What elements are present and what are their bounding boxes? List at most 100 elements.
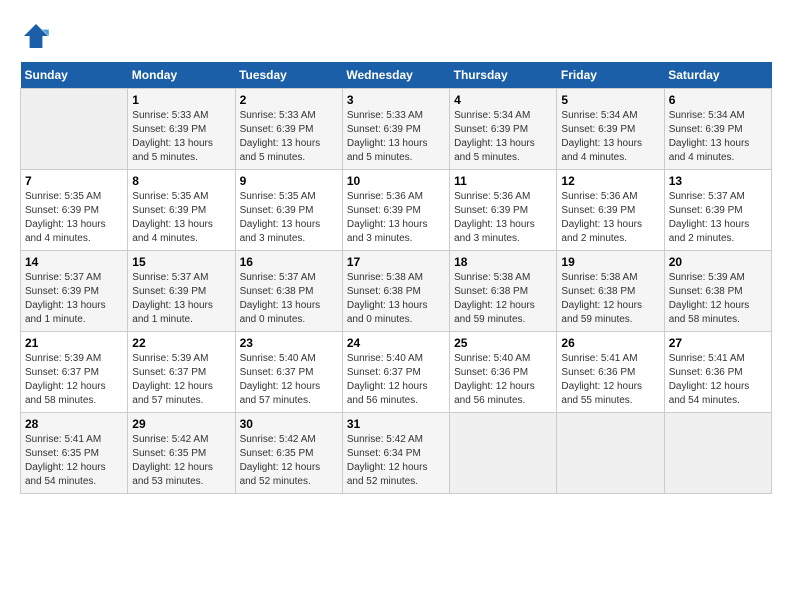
sunrise-label: Sunrise: 5:33 AM [240,110,316,121]
day-number: 17 [347,255,445,269]
daylight-label: Daylight: 12 hours and 59 minutes. [561,300,642,325]
daylight-label: Daylight: 13 hours and 4 minutes. [561,138,642,163]
sunrise-label: Sunrise: 5:37 AM [669,191,745,202]
sunset-label: Sunset: 6:39 PM [347,205,421,216]
day-info: Sunrise: 5:42 AM Sunset: 6:35 PM Dayligh… [132,433,230,489]
day-info: Sunrise: 5:37 AM Sunset: 6:39 PM Dayligh… [669,190,767,246]
sunset-label: Sunset: 6:37 PM [25,367,99,378]
day-info: Sunrise: 5:37 AM Sunset: 6:39 PM Dayligh… [25,271,123,327]
day-number: 29 [132,417,230,431]
sunrise-label: Sunrise: 5:42 AM [240,434,316,445]
sunset-label: Sunset: 6:38 PM [240,286,314,297]
day-number: 10 [347,174,445,188]
day-number: 2 [240,93,338,107]
day-number: 27 [669,336,767,350]
sunrise-label: Sunrise: 5:39 AM [132,353,208,364]
day-info: Sunrise: 5:34 AM Sunset: 6:39 PM Dayligh… [454,109,552,165]
day-number: 14 [25,255,123,269]
sunrise-label: Sunrise: 5:39 AM [25,353,101,364]
daylight-label: Daylight: 12 hours and 52 minutes. [240,462,321,487]
calendar-week-row: 28 Sunrise: 5:41 AM Sunset: 6:35 PM Dayl… [21,413,772,494]
day-number: 30 [240,417,338,431]
daylight-label: Daylight: 12 hours and 54 minutes. [669,381,750,406]
sunset-label: Sunset: 6:34 PM [347,448,421,459]
sunset-label: Sunset: 6:37 PM [240,367,314,378]
sunrise-label: Sunrise: 5:35 AM [132,191,208,202]
day-info: Sunrise: 5:42 AM Sunset: 6:35 PM Dayligh… [240,433,338,489]
sunrise-label: Sunrise: 5:39 AM [669,272,745,283]
day-number: 6 [669,93,767,107]
logo [20,20,56,52]
sunset-label: Sunset: 6:38 PM [669,286,743,297]
calendar-cell: 10 Sunrise: 5:36 AM Sunset: 6:39 PM Dayl… [342,170,449,251]
sunrise-label: Sunrise: 5:38 AM [454,272,530,283]
daylight-label: Daylight: 13 hours and 5 minutes. [454,138,535,163]
sunrise-label: Sunrise: 5:38 AM [347,272,423,283]
sunrise-label: Sunrise: 5:34 AM [561,110,637,121]
calendar-cell: 27 Sunrise: 5:41 AM Sunset: 6:36 PM Dayl… [664,332,771,413]
day-info: Sunrise: 5:33 AM Sunset: 6:39 PM Dayligh… [347,109,445,165]
sunset-label: Sunset: 6:35 PM [25,448,99,459]
calendar-cell [664,413,771,494]
day-number: 9 [240,174,338,188]
day-number: 21 [25,336,123,350]
sunset-label: Sunset: 6:36 PM [561,367,635,378]
sunrise-label: Sunrise: 5:41 AM [561,353,637,364]
daylight-label: Daylight: 12 hours and 56 minutes. [454,381,535,406]
daylight-label: Daylight: 13 hours and 3 minutes. [347,219,428,244]
day-info: Sunrise: 5:38 AM Sunset: 6:38 PM Dayligh… [454,271,552,327]
sunset-label: Sunset: 6:39 PM [132,205,206,216]
daylight-label: Daylight: 12 hours and 58 minutes. [669,300,750,325]
day-number: 13 [669,174,767,188]
day-number: 12 [561,174,659,188]
calendar-cell [450,413,557,494]
day-number: 15 [132,255,230,269]
sunset-label: Sunset: 6:39 PM [25,286,99,297]
sunset-label: Sunset: 6:38 PM [347,286,421,297]
calendar-cell: 11 Sunrise: 5:36 AM Sunset: 6:39 PM Dayl… [450,170,557,251]
calendar-cell: 17 Sunrise: 5:38 AM Sunset: 6:38 PM Dayl… [342,251,449,332]
day-info: Sunrise: 5:38 AM Sunset: 6:38 PM Dayligh… [561,271,659,327]
daylight-label: Daylight: 12 hours and 57 minutes. [240,381,321,406]
day-info: Sunrise: 5:39 AM Sunset: 6:38 PM Dayligh… [669,271,767,327]
sunrise-label: Sunrise: 5:34 AM [454,110,530,121]
sunrise-label: Sunrise: 5:40 AM [454,353,530,364]
calendar-cell: 22 Sunrise: 5:39 AM Sunset: 6:37 PM Dayl… [128,332,235,413]
daylight-label: Daylight: 12 hours and 56 minutes. [347,381,428,406]
day-number: 1 [132,93,230,107]
calendar-cell [21,89,128,170]
daylight-label: Daylight: 13 hours and 1 minute. [25,300,106,325]
day-info: Sunrise: 5:33 AM Sunset: 6:39 PM Dayligh… [132,109,230,165]
calendar-week-row: 7 Sunrise: 5:35 AM Sunset: 6:39 PM Dayli… [21,170,772,251]
daylight-label: Daylight: 13 hours and 4 minutes. [132,219,213,244]
daylight-label: Daylight: 13 hours and 3 minutes. [454,219,535,244]
day-info: Sunrise: 5:41 AM Sunset: 6:36 PM Dayligh… [669,352,767,408]
calendar-cell: 21 Sunrise: 5:39 AM Sunset: 6:37 PM Dayl… [21,332,128,413]
sunrise-label: Sunrise: 5:40 AM [347,353,423,364]
calendar-week-row: 14 Sunrise: 5:37 AM Sunset: 6:39 PM Dayl… [21,251,772,332]
sunset-label: Sunset: 6:37 PM [347,367,421,378]
day-info: Sunrise: 5:35 AM Sunset: 6:39 PM Dayligh… [132,190,230,246]
column-header-tuesday: Tuesday [235,62,342,89]
day-number: 3 [347,93,445,107]
day-number: 16 [240,255,338,269]
sunset-label: Sunset: 6:39 PM [132,286,206,297]
sunrise-label: Sunrise: 5:36 AM [347,191,423,202]
day-info: Sunrise: 5:41 AM Sunset: 6:36 PM Dayligh… [561,352,659,408]
daylight-label: Daylight: 12 hours and 54 minutes. [25,462,106,487]
daylight-label: Daylight: 13 hours and 4 minutes. [25,219,106,244]
sunset-label: Sunset: 6:39 PM [669,124,743,135]
sunrise-label: Sunrise: 5:42 AM [347,434,423,445]
sunset-label: Sunset: 6:39 PM [347,124,421,135]
sunset-label: Sunset: 6:35 PM [240,448,314,459]
daylight-label: Daylight: 12 hours and 52 minutes. [347,462,428,487]
calendar-cell: 7 Sunrise: 5:35 AM Sunset: 6:39 PM Dayli… [21,170,128,251]
calendar-cell: 2 Sunrise: 5:33 AM Sunset: 6:39 PM Dayli… [235,89,342,170]
day-number: 18 [454,255,552,269]
sunrise-label: Sunrise: 5:41 AM [669,353,745,364]
column-header-wednesday: Wednesday [342,62,449,89]
daylight-label: Daylight: 13 hours and 5 minutes. [132,138,213,163]
column-header-thursday: Thursday [450,62,557,89]
calendar-cell: 24 Sunrise: 5:40 AM Sunset: 6:37 PM Dayl… [342,332,449,413]
calendar-cell: 16 Sunrise: 5:37 AM Sunset: 6:38 PM Dayl… [235,251,342,332]
